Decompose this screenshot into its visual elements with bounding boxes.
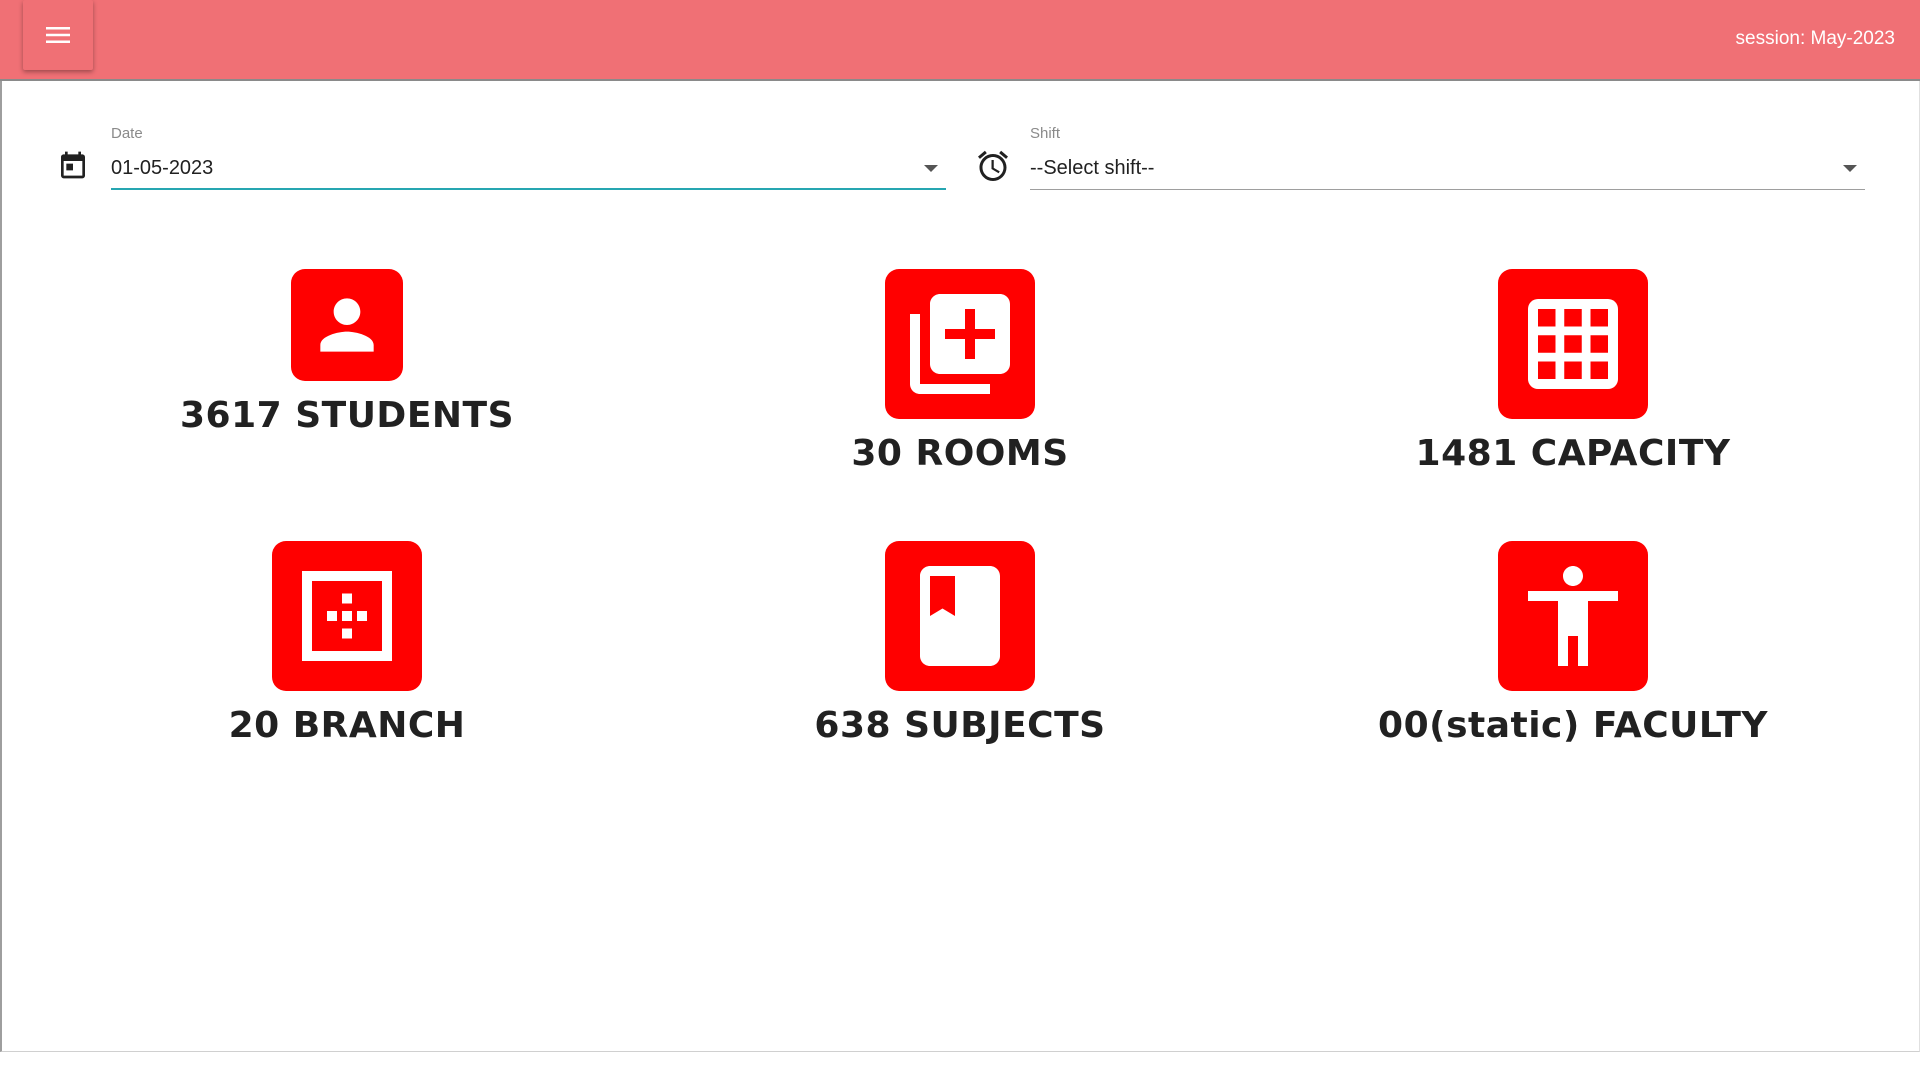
book-icon [920,566,1000,666]
rooms-icon-box [885,269,1035,419]
students-count: 3617 STUDENTS [179,395,515,436]
grid-icon [1528,299,1618,389]
students-tile[interactable]: 3617 STUDENTS [180,269,514,436]
person-icon [320,298,374,352]
alarm-icon [978,150,1008,181]
rooms-tile[interactable]: 30 ROOMS [810,269,1110,474]
date-select[interactable]: 01-05-2023 [111,148,946,190]
menu-button[interactable] [23,0,93,70]
capacity-count: 1481 CAPACITY [1415,433,1731,474]
branch-icon [302,571,392,661]
menu-icon [46,27,70,43]
capacity-tile[interactable]: 1481 CAPACITY [1413,269,1733,474]
branch-icon-box [272,541,422,691]
branch-count: 20 BRANCH [228,705,466,746]
date-value: 01-05-2023 [111,156,214,179]
shift-label: Shift [1030,125,1061,142]
library-add-icon [910,294,1010,394]
date-label: Date [111,125,143,142]
subjects-tile[interactable]: 638 SUBJECTS [790,541,1130,746]
students-icon-box [291,269,403,381]
top-app-bar: session: May-2023 [0,0,1920,81]
session-label: session: May-2023 [1735,28,1895,49]
branch-tile[interactable]: 20 BRANCH [197,541,497,746]
capacity-icon-box [1498,269,1648,419]
calendar-icon [61,151,85,179]
accessibility-icon [1528,566,1618,666]
chevron-down-icon [1843,165,1857,172]
faculty-count: 00(static) FACULTY [1378,705,1768,746]
subjects-icon-box [885,541,1035,691]
faculty-icon-box [1498,541,1648,691]
shift-select[interactable]: --Select shift-- [1030,148,1865,190]
shift-value: --Select shift-- [1030,157,1155,179]
chevron-down-icon [924,164,938,172]
rooms-count: 30 ROOMS [851,433,1069,474]
subjects-count: 638 SUBJECTS [814,705,1106,746]
faculty-tile[interactable]: 00(static) FACULTY [1373,541,1773,746]
